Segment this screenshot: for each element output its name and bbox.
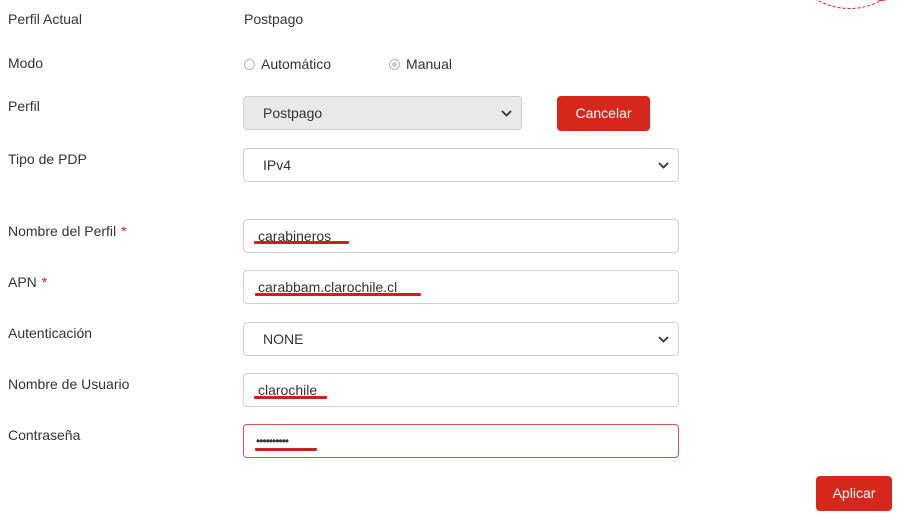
tipo-pdp-select[interactable]: IPv4 bbox=[243, 148, 679, 182]
perfil-select[interactable]: Postpago bbox=[243, 96, 522, 130]
perfil-label: Perfil bbox=[8, 98, 40, 114]
annotation-underline bbox=[254, 396, 327, 399]
autenticacion-select[interactable]: NONE bbox=[243, 322, 679, 356]
chevron-down-icon bbox=[658, 162, 669, 169]
perfil-actual-label: Perfil Actual bbox=[8, 11, 82, 27]
contrasena-label: Contraseña bbox=[8, 427, 81, 443]
annotation-underline bbox=[254, 241, 349, 244]
required-mark: * bbox=[121, 223, 127, 239]
radio-manual-label[interactable]: Manual bbox=[406, 56, 452, 72]
radio-automatico[interactable]: Automático bbox=[244, 56, 331, 72]
perfil-select-value: Postpago bbox=[263, 105, 323, 121]
perfil-actual-value: Postpago bbox=[244, 11, 304, 27]
usuario-input[interactable]: clarochile bbox=[243, 373, 679, 407]
apn-label: APN * bbox=[8, 274, 47, 290]
tipo-pdp-label: Tipo de PDP bbox=[8, 151, 87, 167]
required-mark: * bbox=[41, 274, 48, 290]
chevron-down-icon bbox=[501, 110, 512, 117]
radio-automatico-label[interactable]: Automático bbox=[261, 56, 331, 72]
password-input[interactable]: •••••••••• bbox=[243, 424, 679, 458]
radio-automatico-circle[interactable] bbox=[244, 58, 255, 70]
usuario-label: Nombre de Usuario bbox=[8, 376, 130, 392]
apply-button[interactable]: Aplicar bbox=[816, 476, 892, 511]
annotation-underline bbox=[255, 448, 317, 451]
apn-input[interactable]: carabbam.clarochile.cl bbox=[243, 270, 679, 304]
modo-label: Modo bbox=[8, 55, 44, 71]
modo-radio-group: Automático Manual bbox=[244, 56, 510, 72]
annotation-underline bbox=[255, 293, 421, 296]
nombre-perfil-label-text: Nombre del Perfil bbox=[8, 223, 117, 239]
chevron-down-icon bbox=[658, 336, 669, 343]
tipo-pdp-select-value: IPv4 bbox=[263, 157, 292, 173]
password-masked-value: •••••••••• bbox=[256, 434, 289, 448]
logo-circle-icon bbox=[808, 0, 898, 17]
radio-manual[interactable]: Manual bbox=[389, 56, 452, 72]
nombre-perfil-input[interactable]: carabineros bbox=[243, 219, 679, 253]
autenticacion-label: Autenticación bbox=[8, 325, 93, 341]
apn-label-text: APN bbox=[8, 274, 37, 290]
nombre-perfil-label: Nombre del Perfil * bbox=[8, 223, 127, 239]
autenticacion-select-value: NONE bbox=[263, 331, 304, 347]
radio-manual-circle[interactable] bbox=[389, 58, 401, 70]
cancel-button[interactable]: Cancelar bbox=[557, 96, 650, 131]
